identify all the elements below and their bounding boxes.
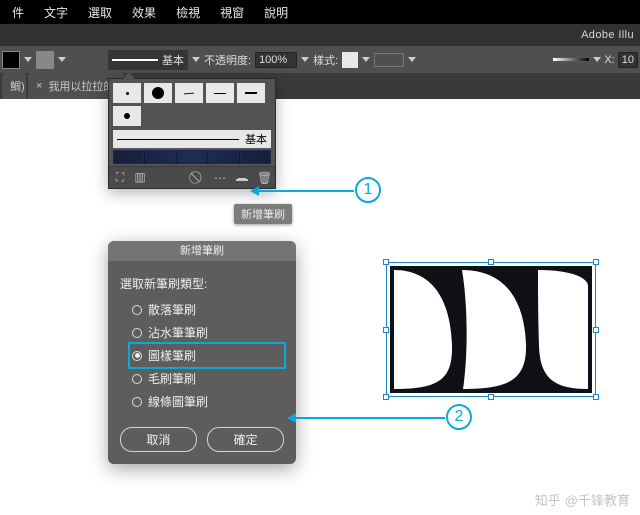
dialog-prompt: 選取新筆刷類型: — [120, 275, 284, 292]
menu-item[interactable]: 效果 — [122, 4, 166, 21]
menubar: 件 文字 選取 效果 檢視 視窗 說明 — [0, 0, 640, 24]
dialog-title: 新增筆刷 — [108, 241, 296, 261]
document-tab-bar: 鯛) × 我用以拉拉的 — [0, 73, 640, 99]
chevron-down-icon[interactable] — [362, 57, 370, 62]
selection-handle[interactable] — [593, 259, 599, 265]
library-menu-icon[interactable]: ▥ — [133, 170, 147, 185]
chevron-down-icon[interactable] — [58, 57, 66, 62]
brush-thumb[interactable] — [206, 83, 234, 103]
line-icon — [117, 139, 239, 140]
align-icon[interactable] — [374, 53, 404, 67]
radio-pattern-brush[interactable]: 圖樣筆刷 — [130, 344, 284, 367]
trash-icon[interactable]: 🗑 — [257, 171, 271, 185]
brush-thumb[interactable] — [237, 83, 265, 103]
artwork-shape — [390, 266, 592, 393]
chevron-down-icon[interactable] — [24, 57, 32, 62]
brush-thumb[interactable] — [113, 106, 141, 126]
selection-handle[interactable] — [593, 327, 599, 333]
tooltip-new-brush: 新增筆刷 — [234, 204, 292, 224]
radio-art-brush[interactable]: 線條圖筆刷 — [130, 390, 284, 413]
selected-artwork[interactable] — [386, 262, 596, 397]
menu-item[interactable]: 件 — [2, 4, 34, 21]
menu-item[interactable]: 文字 — [34, 4, 78, 21]
tab-title: 我用以拉拉的 — [48, 78, 114, 94]
brush-row-label: 基本 — [245, 131, 267, 147]
watermark-author: @千锋教育 — [565, 490, 630, 509]
brush-thumb[interactable] — [175, 83, 203, 103]
brush-thumb[interactable] — [144, 83, 172, 103]
brush-stroke-preview — [112, 59, 158, 61]
x-field[interactable]: 10 — [618, 52, 638, 68]
radio-calligraphic-brush[interactable]: 沾水筆筆刷 — [130, 321, 284, 344]
fill-swatch[interactable] — [2, 51, 20, 69]
selection-handle[interactable] — [383, 327, 389, 333]
watermark: 知乎 @千锋教育 — [535, 490, 630, 509]
brush-thumb[interactable] — [113, 83, 141, 103]
radio-bristle-brush[interactable]: 毛刷筆刷 — [130, 367, 284, 390]
brushes-panel: 基本 ⛶ ▥ ⃠ ⋯ 🗑 — [108, 78, 276, 189]
cancel-button[interactable]: 取消 — [120, 427, 197, 452]
brush-selector[interactable]: 基本 — [108, 50, 188, 70]
radio-label: 沾水筆筆刷 — [148, 324, 208, 341]
panel-pointer — [123, 72, 135, 79]
annotation-marker-2: 2 — [446, 404, 472, 430]
annotation-marker-1: 1 — [355, 177, 381, 203]
annotation-line — [258, 190, 354, 192]
radio-label: 線條圖筆刷 — [148, 393, 208, 410]
brush-row-pattern[interactable] — [113, 150, 271, 164]
transform-icon[interactable] — [552, 57, 590, 62]
radio-label: 圖樣筆刷 — [148, 347, 196, 364]
menu-item[interactable]: 視窗 — [210, 4, 254, 21]
chevron-down-icon[interactable] — [593, 57, 601, 62]
options-bar: 基本 不透明度: 100% 樣式: X: 10 — [0, 46, 640, 73]
options-icon[interactable]: ⋯ — [213, 171, 227, 185]
brush-thumb-grid — [109, 79, 275, 128]
chevron-down-icon[interactable] — [408, 57, 416, 62]
chevron-down-icon[interactable] — [192, 57, 200, 62]
style-swatch[interactable] — [342, 52, 358, 68]
selection-handle[interactable] — [383, 394, 389, 400]
remove-stroke-icon[interactable]: ⃠ — [191, 170, 205, 185]
brush-row-basic[interactable]: 基本 — [113, 130, 271, 148]
chevron-down-icon[interactable] — [301, 57, 309, 62]
document-tab[interactable]: 鯛) — [2, 73, 26, 99]
selection-handle[interactable] — [488, 259, 494, 265]
app-name: Adobe Illu — [581, 29, 634, 41]
brush-name: 基本 — [162, 52, 184, 68]
selection-handle[interactable] — [383, 259, 389, 265]
radio-label: 散落筆刷 — [148, 301, 196, 318]
app-title-bar: Adobe Illu — [0, 24, 640, 46]
opacity-field[interactable]: 100% — [255, 52, 297, 68]
zhihu-logo: 知乎 — [535, 490, 561, 509]
style-label: 樣式: — [313, 52, 338, 68]
stroke-swatch[interactable] — [36, 51, 54, 69]
close-icon[interactable]: × — [36, 80, 42, 92]
selection-handle[interactable] — [593, 394, 599, 400]
library-icon[interactable]: ⛶ — [113, 170, 127, 185]
ok-button[interactable]: 確定 — [207, 427, 284, 452]
menu-item[interactable]: 檢視 — [166, 4, 210, 21]
selection-handle[interactable] — [488, 394, 494, 400]
menu-item[interactable]: 說明 — [254, 4, 298, 21]
radio-scatter-brush[interactable]: 散落筆刷 — [130, 298, 284, 321]
brush-type-radio-group: 散落筆刷 沾水筆筆刷 圖樣筆刷 毛刷筆刷 線條圖筆刷 — [130, 298, 284, 413]
brush-panel-footer: ⛶ ▥ ⃠ ⋯ 🗑 — [109, 166, 275, 188]
radio-label: 毛刷筆刷 — [148, 370, 196, 387]
tab-title: 鯛) — [10, 78, 25, 94]
x-label: X: — [604, 54, 614, 66]
menu-item[interactable]: 選取 — [78, 4, 122, 21]
annotation-line — [295, 417, 445, 419]
new-brush-dialog: 新增筆刷 選取新筆刷類型: 散落筆刷 沾水筆筆刷 圖樣筆刷 毛刷筆刷 線條圖筆刷… — [108, 241, 296, 464]
opacity-label: 不透明度: — [204, 52, 251, 68]
